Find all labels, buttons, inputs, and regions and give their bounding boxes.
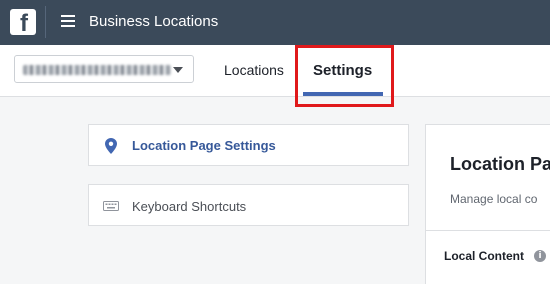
page-selector-value-redacted bbox=[23, 65, 171, 75]
section-label-local-content: Local Content bbox=[444, 249, 524, 263]
app-title: Business Locations bbox=[89, 13, 219, 30]
sidebar-item-keyboard-shortcuts[interactable]: Keyboard Shortcuts bbox=[88, 184, 409, 226]
page-selector-dropdown[interactable] bbox=[14, 55, 194, 83]
keyboard-icon bbox=[103, 201, 119, 211]
page-subtitle: Manage local co bbox=[450, 192, 538, 206]
info-icon[interactable]: i bbox=[534, 250, 546, 262]
hamburger-menu-icon[interactable] bbox=[61, 15, 75, 27]
sidebar-item-label: Keyboard Shortcuts bbox=[132, 199, 247, 214]
main-panel: Location Pa Manage local co Local Conten… bbox=[425, 124, 550, 284]
chevron-down-icon bbox=[173, 67, 183, 73]
page-title: Location Pa bbox=[450, 154, 550, 174]
facebook-logo-icon[interactable]: f bbox=[10, 9, 36, 37]
settings-highlight-annotation bbox=[295, 45, 394, 107]
top-bar: f Business Locations bbox=[0, 0, 550, 45]
topbar-divider bbox=[45, 6, 46, 38]
sidebar-item-label: Location Page Settings bbox=[132, 138, 276, 153]
panel-divider bbox=[426, 230, 550, 231]
tab-locations[interactable]: Locations bbox=[224, 62, 284, 78]
location-pin-icon bbox=[105, 138, 117, 154]
tab-bar: Locations Settings bbox=[0, 45, 550, 97]
facebook-logo-letter: f bbox=[20, 10, 28, 37]
sidebar-item-location-page-settings[interactable]: Location Page Settings bbox=[88, 124, 409, 166]
